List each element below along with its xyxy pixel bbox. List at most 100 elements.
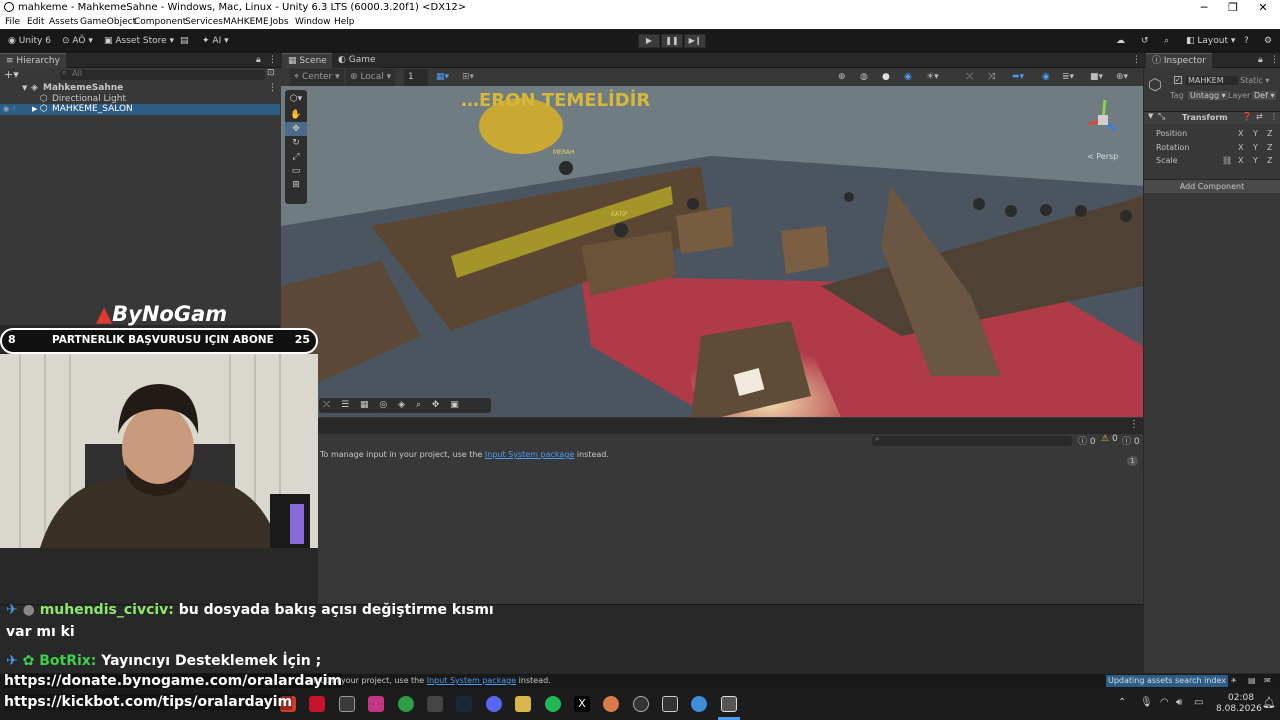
chatgpt-icon[interactable] (339, 696, 355, 712)
tab-game[interactable]: ◐ Game (332, 53, 382, 68)
speaker-icon[interactable]: 🔊︎ (1176, 697, 1182, 708)
add-component-button[interactable]: Add Component (1144, 179, 1280, 193)
x-axis-label[interactable]: X (1238, 156, 1243, 165)
menu-edit[interactable]: Edit (27, 15, 44, 29)
tool-icon[interactable]: ◈ (398, 400, 405, 410)
pause-button[interactable]: ❚❚ (661, 34, 683, 48)
play-button[interactable]: ▶ (638, 34, 660, 48)
clock-date[interactable]: 8.08.2026 (1216, 704, 1262, 714)
cache-icon[interactable]: ▤ (1248, 674, 1256, 688)
tray-overflow-icon[interactable]: ⌃ (1118, 697, 1126, 708)
ai-button[interactable]: ✦ AI ▾ (198, 33, 233, 49)
hand-tool-icon[interactable]: ✋ (285, 108, 307, 122)
unity-hub-icon[interactable] (662, 696, 678, 712)
grid-toggle-icon[interactable]: ▦▾ (436, 69, 449, 86)
layers-icon[interactable]: ≣▾ (1062, 69, 1074, 86)
x-axis-label[interactable]: X (1238, 129, 1243, 138)
rect-tool-icon[interactable]: ▭ (285, 164, 307, 178)
input-system-link[interactable]: Input System package (485, 450, 574, 459)
unity-editor-icon[interactable] (721, 696, 737, 712)
lighting-icon[interactable]: ☀▾ (926, 69, 939, 86)
history-button[interactable]: ↺ (1137, 33, 1153, 49)
menu-mahkeme[interactable]: MAHKEME (223, 15, 269, 29)
menu-gameobject[interactable]: GameObject (80, 15, 136, 29)
console-message[interactable]: To manage input in your project, use the… (320, 450, 1140, 460)
z-axis-label[interactable]: Z (1267, 143, 1272, 152)
y-axis-label[interactable]: Y (1253, 143, 1258, 152)
menu-services[interactable]: Services (185, 15, 223, 29)
help-icon[interactable]: ❓ (1242, 112, 1252, 121)
battery-icon[interactable]: ▭ (1194, 697, 1203, 708)
app-icon[interactable] (691, 696, 707, 712)
console-search-input[interactable]: ⌕ (872, 434, 1072, 446)
lock-icon[interactable]: 🔒︎ (1258, 53, 1263, 68)
kickbot-link[interactable]: https://kickbot.com/tips/oralardayim (4, 694, 293, 710)
step-button[interactable]: ▶❙ (684, 34, 706, 48)
kebab-menu-icon[interactable]: ⋮ (1132, 53, 1141, 68)
tool-icon[interactable]: ▣ (450, 400, 459, 410)
unity-account-button[interactable]: ◉ Unity 6 (4, 33, 55, 49)
file-explorer-icon[interactable] (515, 696, 531, 712)
app-icon[interactable] (427, 696, 443, 712)
tab-scene[interactable]: ▦ Scene (282, 53, 333, 68)
pivot-dropdown[interactable]: ⌖ Center ▾ (290, 69, 344, 86)
tool-icon[interactable]: ✥ (432, 400, 440, 410)
menu-jobs[interactable]: Jobs (270, 15, 289, 29)
static-toggle[interactable]: Static ▾ (1240, 76, 1269, 85)
grid-snap-input[interactable]: 1 (404, 69, 428, 86)
search-button[interactable]: ⌕ (1160, 33, 1173, 49)
kebab-menu-icon[interactable]: ⋮ (1129, 419, 1139, 430)
close-button[interactable]: ✕ (1249, 0, 1277, 15)
x-app-icon[interactable]: X (574, 696, 590, 712)
preset-icon[interactable]: ⇄ (1256, 112, 1263, 121)
asset-store-button[interactable]: ▣ Asset Store ▾ (100, 33, 178, 49)
shading-solid-icon[interactable]: ● (882, 69, 890, 86)
account-dropdown[interactable]: ⊙ AÖ ▾ (58, 33, 97, 49)
menu-file[interactable]: File (5, 15, 20, 29)
expand-arrow-icon[interactable]: ▶ (32, 104, 37, 115)
minimize-button[interactable]: ─ (1190, 0, 1218, 15)
orientation-icon[interactable]: ⊕▾ (1116, 69, 1128, 86)
debug-icon[interactable]: ✉ (1264, 674, 1271, 688)
link-icon[interactable]: ⛓ (1222, 156, 1232, 165)
z-axis-label[interactable]: Z (1267, 129, 1272, 138)
kebab-menu-icon[interactable]: ⋮ (1270, 112, 1278, 121)
gizmo-icon[interactable]: ⬌▾ (1012, 69, 1024, 86)
info-count-badge[interactable]: ⓘ 0 (1078, 434, 1096, 447)
shading-lit-icon[interactable]: ◉ (904, 69, 912, 86)
steam-icon[interactable] (456, 696, 472, 712)
scale-tool-icon[interactable]: ⤢ (285, 150, 307, 164)
help-button[interactable]: ? (1240, 33, 1253, 49)
app-icon[interactable] (633, 696, 649, 712)
menu-assets[interactable]: Assets (49, 15, 78, 29)
error-count-badge[interactable]: ⓘ 0 (1122, 434, 1140, 447)
persp-label[interactable]: < Persp (1087, 152, 1118, 161)
tool-icon[interactable]: ☰ (341, 400, 349, 410)
tool-icon[interactable]: ⌕ (416, 400, 421, 410)
active-checkbox[interactable]: ✓ (1174, 76, 1182, 84)
maximize-button[interactable]: ❐ (1219, 0, 1247, 15)
hierarchy-scene-row[interactable]: ▼ ◈ MahkemeSahne ⋮ (0, 83, 280, 94)
scene-viewport[interactable]: …ERON TEMELİDİR MERAH KATIP ⬡▾ ✋ ✥ ↻ ⤢ ▭… (281, 86, 1143, 417)
kebab-menu-icon[interactable]: ⋮ (1270, 53, 1279, 68)
chrome-icon[interactable] (398, 696, 414, 712)
audio-icon[interactable]: ⤫ (966, 69, 973, 86)
z-axis-label[interactable]: Z (1267, 156, 1272, 165)
search-options-icon[interactable]: ⊡ (267, 68, 275, 78)
expand-arrow-icon[interactable]: ▼ (1148, 112, 1153, 120)
rotate-tool-icon[interactable]: ↻ (285, 136, 307, 150)
object-name-field[interactable]: MAHKEM (1186, 76, 1238, 85)
kebab-menu-icon[interactable]: ⋮ (268, 53, 277, 68)
cloud-button[interactable]: ☁ (1112, 33, 1129, 49)
x-axis-label[interactable]: X (1238, 143, 1243, 152)
tab-inspector[interactable]: ⓘ Inspector (1146, 53, 1212, 68)
space-dropdown[interactable]: ⊕ Local ▾ (346, 69, 396, 86)
move-tool-icon[interactable]: ✥ (285, 122, 307, 136)
menu-help[interactable]: Help (334, 15, 355, 29)
app-icon[interactable] (603, 696, 619, 712)
center-icon[interactable]: ⊕ (838, 69, 846, 86)
tag-dropdown[interactable]: Untagg ▾ (1188, 91, 1228, 100)
visibility-icon[interactable]: ◉ (1042, 69, 1050, 86)
lighting-status-icon[interactable]: ☀ (1230, 674, 1237, 688)
tool-icon[interactable]: ⤫ (323, 400, 330, 410)
